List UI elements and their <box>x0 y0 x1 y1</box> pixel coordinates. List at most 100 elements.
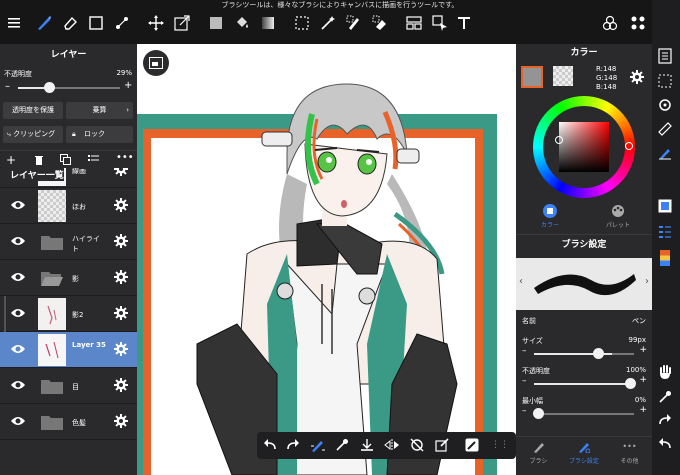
main-color-swatch[interactable] <box>521 66 543 88</box>
brush-preview[interactable]: ‹ › <box>516 258 652 310</box>
transform-tool-icon[interactable] <box>172 13 192 33</box>
tab-brush[interactable]: ブラシ <box>516 441 561 465</box>
min-width-plus-icon[interactable]: + <box>639 405 647 415</box>
blend-mode-button[interactable]: 乗算 › <box>66 102 133 119</box>
redo-icon[interactable] <box>658 414 672 426</box>
brush-min-width-knob[interactable] <box>533 408 544 419</box>
visibility-eye-icon[interactable] <box>10 379 26 391</box>
eyedropper-icon[interactable] <box>658 390 672 404</box>
eraser-tool-icon[interactable] <box>60 13 80 33</box>
brush-min-width-slider[interactable] <box>534 413 634 415</box>
color-panel-toggle-icon[interactable] <box>658 199 672 213</box>
rotate-icon[interactable] <box>658 98 672 112</box>
layer-row-eyes[interactable]: 目 <box>0 368 137 404</box>
tab-palette[interactable]: パレット <box>584 202 652 232</box>
text-tool-icon[interactable] <box>454 13 474 33</box>
visibility-eye-icon[interactable] <box>10 415 26 427</box>
flip-horizontal-icon[interactable] <box>383 436 401 454</box>
select-eraser-icon[interactable] <box>370 13 390 33</box>
size-plus-icon[interactable]: + <box>639 345 647 355</box>
layer-row-shadow[interactable]: 影 <box>0 260 137 296</box>
gear-icon[interactable] <box>114 378 128 392</box>
brush-opacity-slider[interactable] <box>534 383 634 385</box>
grip-handle-icon[interactable]: ⋮⋮ <box>491 436 509 454</box>
brush-opacity-knob[interactable] <box>625 378 636 389</box>
gear-icon[interactable] <box>114 414 128 428</box>
protect-alpha-button[interactable]: 透明度を保護 <box>3 102 63 119</box>
hue-ring-handle[interactable] <box>625 142 633 150</box>
layer-row-layer35[interactable]: Layer 35 <box>0 332 137 368</box>
drawing-canvas[interactable] <box>137 44 516 475</box>
opacity-slider-knob[interactable] <box>44 82 55 93</box>
fill-color-icon[interactable] <box>206 13 226 33</box>
lock-button[interactable]: 🔒︎ ロック <box>66 126 133 143</box>
bucket-tool-icon[interactable] <box>232 13 252 33</box>
gear-icon[interactable] <box>114 342 128 356</box>
magic-wand-icon[interactable] <box>318 13 338 33</box>
layer-row-hair-color[interactable]: 色髪 <box>0 404 137 440</box>
brush-tool-icon[interactable] <box>34 13 54 33</box>
redo-icon[interactable] <box>284 436 302 454</box>
palette-panel-toggle-icon[interactable] <box>660 250 670 266</box>
gradient-tool-icon[interactable] <box>258 13 278 33</box>
palette-grid-icon[interactable] <box>628 13 648 33</box>
document-icon[interactable] <box>658 48 672 64</box>
brush-opacity-minus-icon[interactable]: – <box>522 376 527 386</box>
duplicate-layer-icon[interactable] <box>60 154 71 165</box>
rotate-reset-icon[interactable] <box>408 436 426 454</box>
gear-icon[interactable] <box>114 234 128 248</box>
lasso-tool-icon[interactable] <box>112 13 132 33</box>
frame-divider-icon[interactable] <box>404 13 424 33</box>
chevron-right-icon[interactable]: › <box>645 276 649 287</box>
gear-icon[interactable] <box>114 198 128 212</box>
edit-layer-icon[interactable] <box>433 436 451 454</box>
visibility-eye-icon[interactable] <box>10 235 26 247</box>
color-settings-gear-icon[interactable] <box>630 70 644 84</box>
tab-brush-settings[interactable]: ブラシ設定 <box>561 441 607 465</box>
select-pen-icon[interactable] <box>344 13 364 33</box>
navigator-icon[interactable] <box>658 74 672 88</box>
gear-icon[interactable] <box>114 168 128 176</box>
tab-color[interactable]: カラー <box>516 202 584 232</box>
layer-list-icon[interactable] <box>88 154 99 164</box>
opacity-minus-icon[interactable]: – <box>5 81 10 92</box>
min-width-minus-icon[interactable]: – <box>522 406 527 416</box>
gear-icon[interactable] <box>114 306 128 320</box>
sub-color-swatch[interactable] <box>553 66 573 86</box>
layer-row-shadow2[interactable]: 影2 <box>0 296 137 332</box>
visibility-eye-icon[interactable] <box>10 343 26 355</box>
move-tool-icon[interactable] <box>146 13 166 33</box>
hand-icon[interactable] <box>658 364 672 380</box>
stabilizer-brush-icon[interactable] <box>309 436 327 454</box>
visibility-eye-icon[interactable] <box>10 307 26 319</box>
undo-icon[interactable] <box>261 436 279 454</box>
sv-handle[interactable] <box>555 136 563 144</box>
chevron-left-icon[interactable]: ‹ <box>519 276 523 287</box>
add-layer-icon[interactable]: + <box>6 154 16 166</box>
brush-name-row[interactable]: 名前 ペン <box>516 316 652 330</box>
opacity-plus-icon[interactable]: + <box>124 80 132 91</box>
trash-icon[interactable] <box>34 154 44 165</box>
undo-icon[interactable] <box>658 438 672 450</box>
gear-icon[interactable] <box>114 270 128 284</box>
select-layer-icon[interactable] <box>430 13 450 33</box>
visibility-eye-icon[interactable] <box>10 271 26 283</box>
materials-icon[interactable] <box>600 13 620 33</box>
brush-size-knob[interactable] <box>593 348 604 359</box>
clipping-button[interactable]: ⤷ クリッピング <box>3 126 63 143</box>
saturation-value-square[interactable] <box>559 122 609 172</box>
size-minus-icon[interactable]: – <box>522 346 527 356</box>
menu-icon[interactable] <box>4 13 24 33</box>
shape-tool-icon[interactable] <box>86 13 106 33</box>
tab-other[interactable]: ••• その他 <box>607 441 652 465</box>
eyedropper-icon[interactable] <box>333 436 351 454</box>
hue-ring[interactable] <box>533 96 635 198</box>
more-options-icon[interactable]: ••• <box>116 152 134 163</box>
canvas-frame-icon[interactable] <box>143 50 169 76</box>
brush-opacity-plus-icon[interactable]: + <box>639 375 647 385</box>
brush-panel-toggle-icon[interactable] <box>658 225 672 239</box>
layer-row-highlight[interactable]: ハイライト <box>0 224 137 260</box>
select-tool-icon[interactable] <box>292 13 312 33</box>
pen-settings-icon[interactable] <box>658 146 672 160</box>
layer-row-cheek[interactable]: ほお <box>0 188 137 224</box>
